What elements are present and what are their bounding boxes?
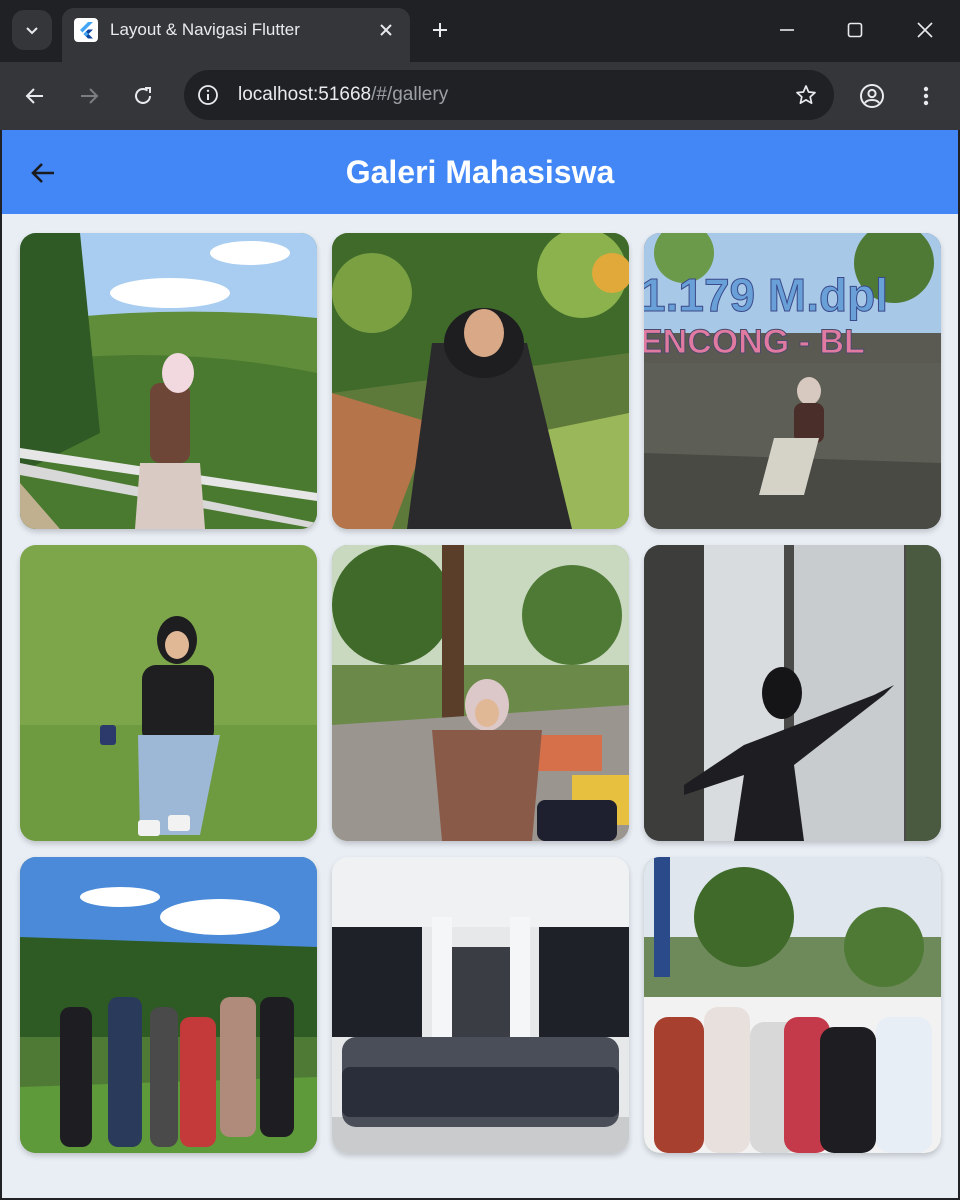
- photo-group-forest: [20, 857, 317, 1153]
- url-text[interactable]: localhost:51668/#/gallery: [238, 84, 448, 106]
- close-window-button[interactable]: [900, 10, 950, 50]
- gallery-photo[interactable]: [644, 545, 941, 841]
- bookmark-star-icon[interactable]: [792, 81, 820, 109]
- browser-toolbar: localhost:51668/#/gallery: [0, 62, 960, 130]
- arrow-right-icon: [81, 88, 99, 104]
- photo-sign-rockwall: 1.179 M.dpl ENCONG - BL: [644, 233, 941, 529]
- photo-grass-sitting: [20, 545, 317, 841]
- gallery-photo[interactable]: [332, 857, 629, 1153]
- flutter-logo-icon: [74, 18, 98, 42]
- gallery-photo[interactable]: [644, 857, 941, 1153]
- arrow-left-icon: [25, 88, 43, 104]
- tab-strip: Layout & Navigasi Flutter: [0, 0, 960, 62]
- reload-button[interactable]: [123, 76, 163, 116]
- photo-group-closeup: [644, 857, 941, 1153]
- sign-text-line1: 1.179 M.dpl: [644, 269, 888, 321]
- account-circle-icon: [860, 84, 884, 108]
- url-path: /#/gallery: [371, 84, 449, 105]
- tab-search-button[interactable]: [12, 10, 52, 50]
- gallery-photo[interactable]: [20, 857, 317, 1153]
- gallery-photo[interactable]: [20, 233, 317, 529]
- reload-icon: [135, 87, 151, 104]
- minimize-icon: [780, 29, 794, 31]
- new-tab-button[interactable]: [424, 14, 456, 46]
- photo-garden-portrait: [332, 233, 629, 529]
- more-vert-icon: [923, 86, 929, 106]
- gallery-photo[interactable]: [332, 545, 629, 841]
- close-icon: [380, 24, 392, 36]
- sign-text-line2: ENCONG - BL: [644, 323, 865, 361]
- photo-tea-plantation: [20, 233, 317, 529]
- maximize-button[interactable]: [830, 10, 880, 50]
- url-host: localhost:51668: [238, 84, 372, 105]
- tab-title: Layout & Navigasi Flutter: [110, 20, 300, 39]
- back-button[interactable]: [15, 76, 55, 116]
- photo-waterfall: [644, 545, 941, 841]
- gallery-photo[interactable]: 1.179 M.dpl ENCONG - BL: [644, 233, 941, 529]
- menu-button[interactable]: [906, 76, 946, 116]
- photo-park-portrait: [332, 545, 629, 841]
- plus-icon: [433, 23, 447, 37]
- app-bar: Galeri Mahasiswa: [2, 130, 958, 214]
- site-info-icon[interactable]: [194, 81, 222, 109]
- address-bar[interactable]: localhost:51668/#/gallery: [184, 70, 834, 120]
- tab-active[interactable]: Layout & Navigasi Flutter: [62, 8, 410, 62]
- chevron-down-icon: [26, 27, 38, 35]
- browser-window: Layout & Navigasi Flutter localhost:5166…: [0, 0, 960, 1200]
- photo-group-building: [332, 857, 629, 1153]
- maximize-icon: [847, 22, 863, 38]
- close-icon: [917, 22, 933, 38]
- gallery-photo[interactable]: [20, 545, 317, 841]
- tab-close-button[interactable]: [372, 16, 400, 44]
- gallery-photo[interactable]: [332, 233, 629, 529]
- minimize-button[interactable]: [762, 10, 812, 50]
- gallery-grid: 1.179 M.dpl ENCONG - BL: [20, 233, 942, 1153]
- profile-button[interactable]: [852, 76, 892, 116]
- page-title: Galeri Mahasiswa: [345, 154, 615, 190]
- page-viewport: Galeri Mahasiswa 1.179 M.dpl ENCONG - BL: [2, 130, 958, 1198]
- forward-button[interactable]: [69, 76, 109, 116]
